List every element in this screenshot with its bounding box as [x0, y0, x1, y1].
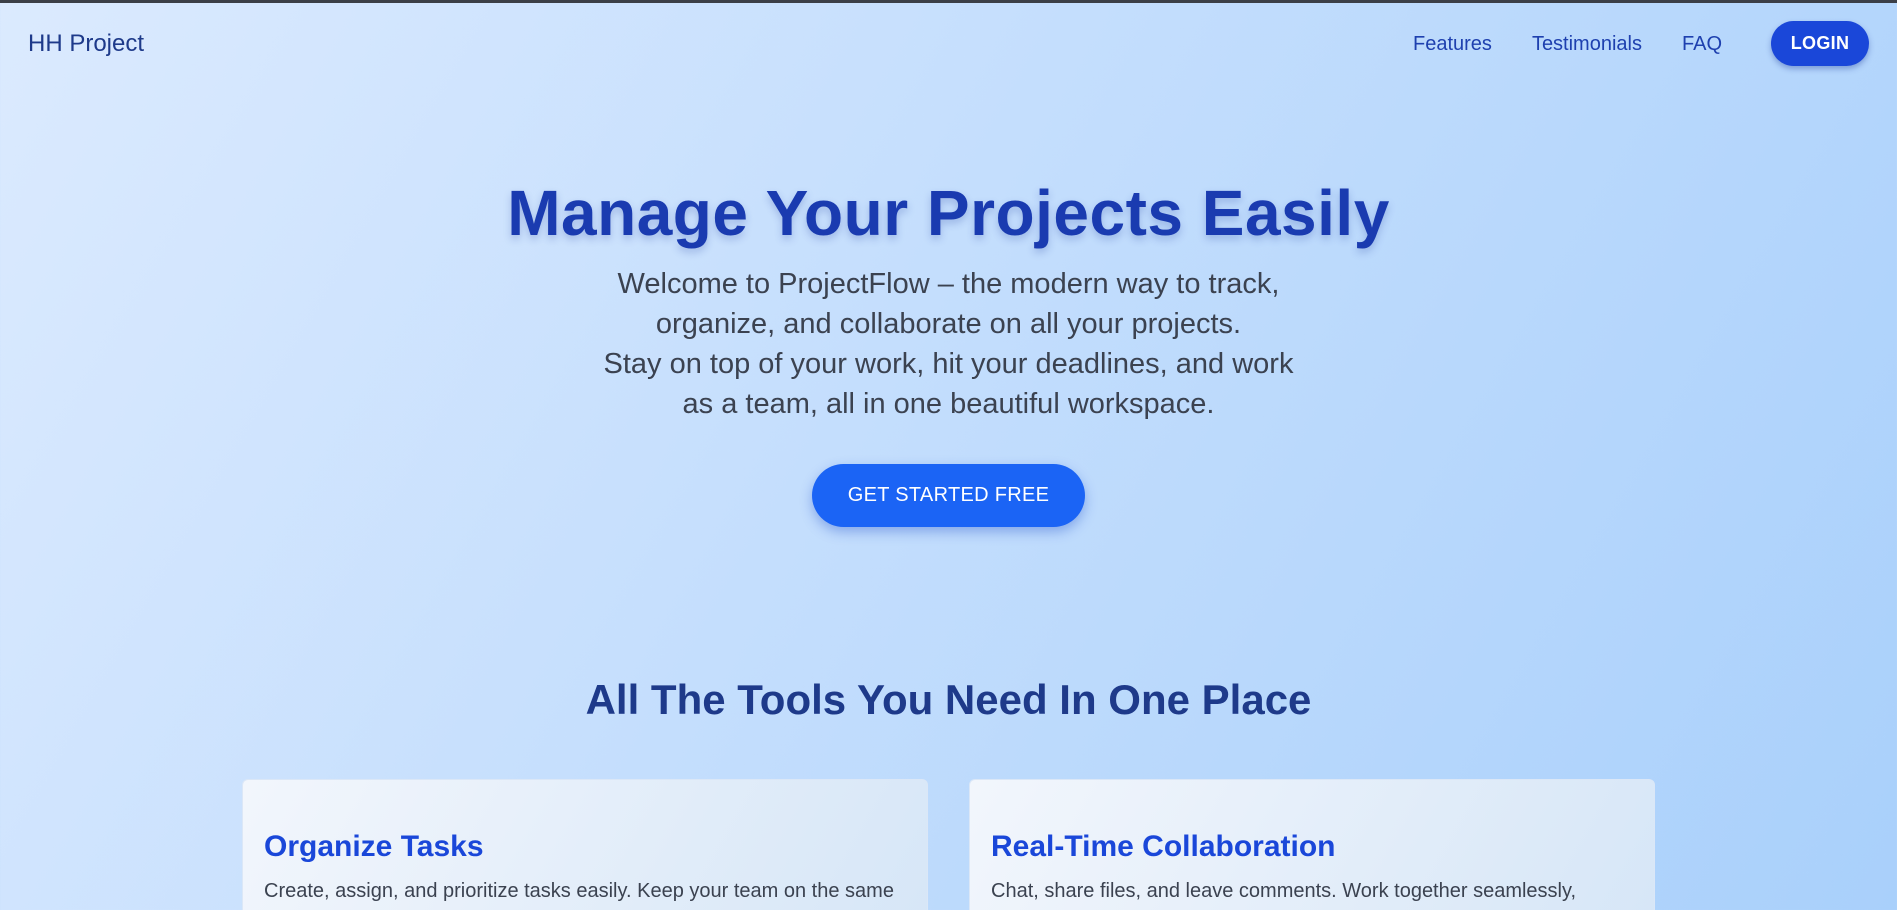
top-navigation: HH Project Features Testimonials FAQ LOG… — [0, 3, 1897, 83]
feature-card-text: Chat, share files, and leave comments. W… — [991, 880, 1577, 902]
feature-card-title: Real-Time Collaboration — [991, 830, 1336, 863]
hero-subtitle-line: Welcome to ProjectFlow – the modern way … — [617, 268, 1280, 300]
hero-title: Manage Your Projects Easily — [507, 177, 1390, 249]
feature-card-organize-tasks: Organize Tasks Create, assign, and prior… — [242, 779, 928, 910]
nav-links: Features Testimonials FAQ — [1413, 33, 1722, 56]
features-title: All The Tools You Need In One Place — [585, 676, 1312, 723]
nav-link-testimonials[interactable]: Testimonials — [1532, 33, 1642, 56]
nav-link-features[interactable]: Features — [1413, 33, 1492, 56]
brand-logo[interactable]: HH Project — [28, 30, 144, 58]
hero-subtitle-line: organize, and collaborate on all your pr… — [655, 308, 1242, 340]
login-button[interactable]: LOGIN — [1771, 21, 1869, 66]
hero-subtitle-line: as a team, all in one beautiful workspac… — [682, 388, 1215, 420]
get-started-button[interactable]: GET STARTED FREE — [812, 464, 1085, 527]
nav-link-faq[interactable]: FAQ — [1682, 33, 1722, 56]
feature-card-real-time-collaboration: Real-Time Collaboration Chat, share file… — [969, 779, 1655, 910]
hero-subtitle-line: Stay on top of your work, hit your deadl… — [603, 348, 1294, 380]
feature-card-text: Create, assign, and prioritize tasks eas… — [264, 880, 894, 902]
feature-card-title: Organize Tasks — [264, 830, 484, 863]
hero-subtitle: Welcome to ProjectFlow – the modern way … — [0, 264, 1897, 424]
